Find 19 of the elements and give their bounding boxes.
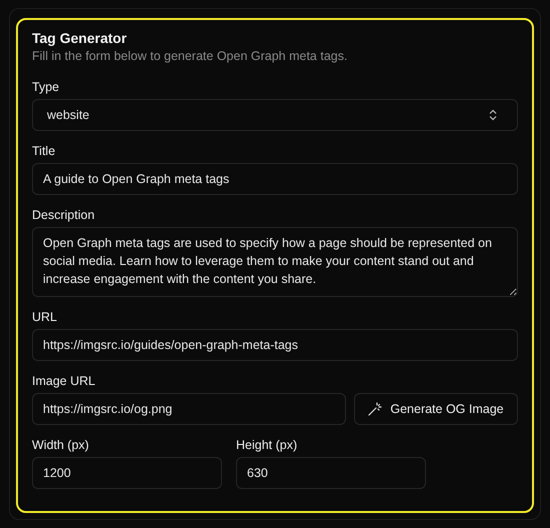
- field-label: Title: [32, 143, 56, 159]
- card-subtitle: Fill in the form below to generate Open Graph meta tags.: [32, 48, 348, 65]
- field-label: Image URL: [32, 373, 96, 389]
- height-input[interactable]: 630: [236, 457, 426, 489]
- field-label: Width (px): [32, 437, 90, 453]
- title-input[interactable]: A guide to Open Graph meta tags: [32, 163, 518, 195]
- magic-wand-icon: [368, 402, 382, 416]
- field-label: Type: [32, 79, 60, 95]
- generate-button[interactable]: Generate OG Image: [354, 393, 518, 425]
- image-url-input[interactable]: https://imgsrc.io/og.png: [32, 393, 346, 425]
- field-label: Description: [32, 207, 96, 223]
- type-select[interactable]: website: [32, 99, 518, 131]
- card-title: Tag Generator: [32, 29, 128, 47]
- width-input[interactable]: 1200: [32, 457, 222, 489]
- field-label: Height (px): [236, 437, 298, 453]
- chevron-updown-icon: [489, 109, 497, 121]
- url-input[interactable]: https://imgsrc.io/guides/open-graph-meta-tags: [32, 329, 518, 361]
- description-textarea[interactable]: Open Graph meta tags are used to specify how a page should be represented on social media. Learn how to leverage them to make your content stand out and increase engagement with the content you share.: [32, 227, 518, 297]
- field-label: URL: [32, 309, 58, 325]
